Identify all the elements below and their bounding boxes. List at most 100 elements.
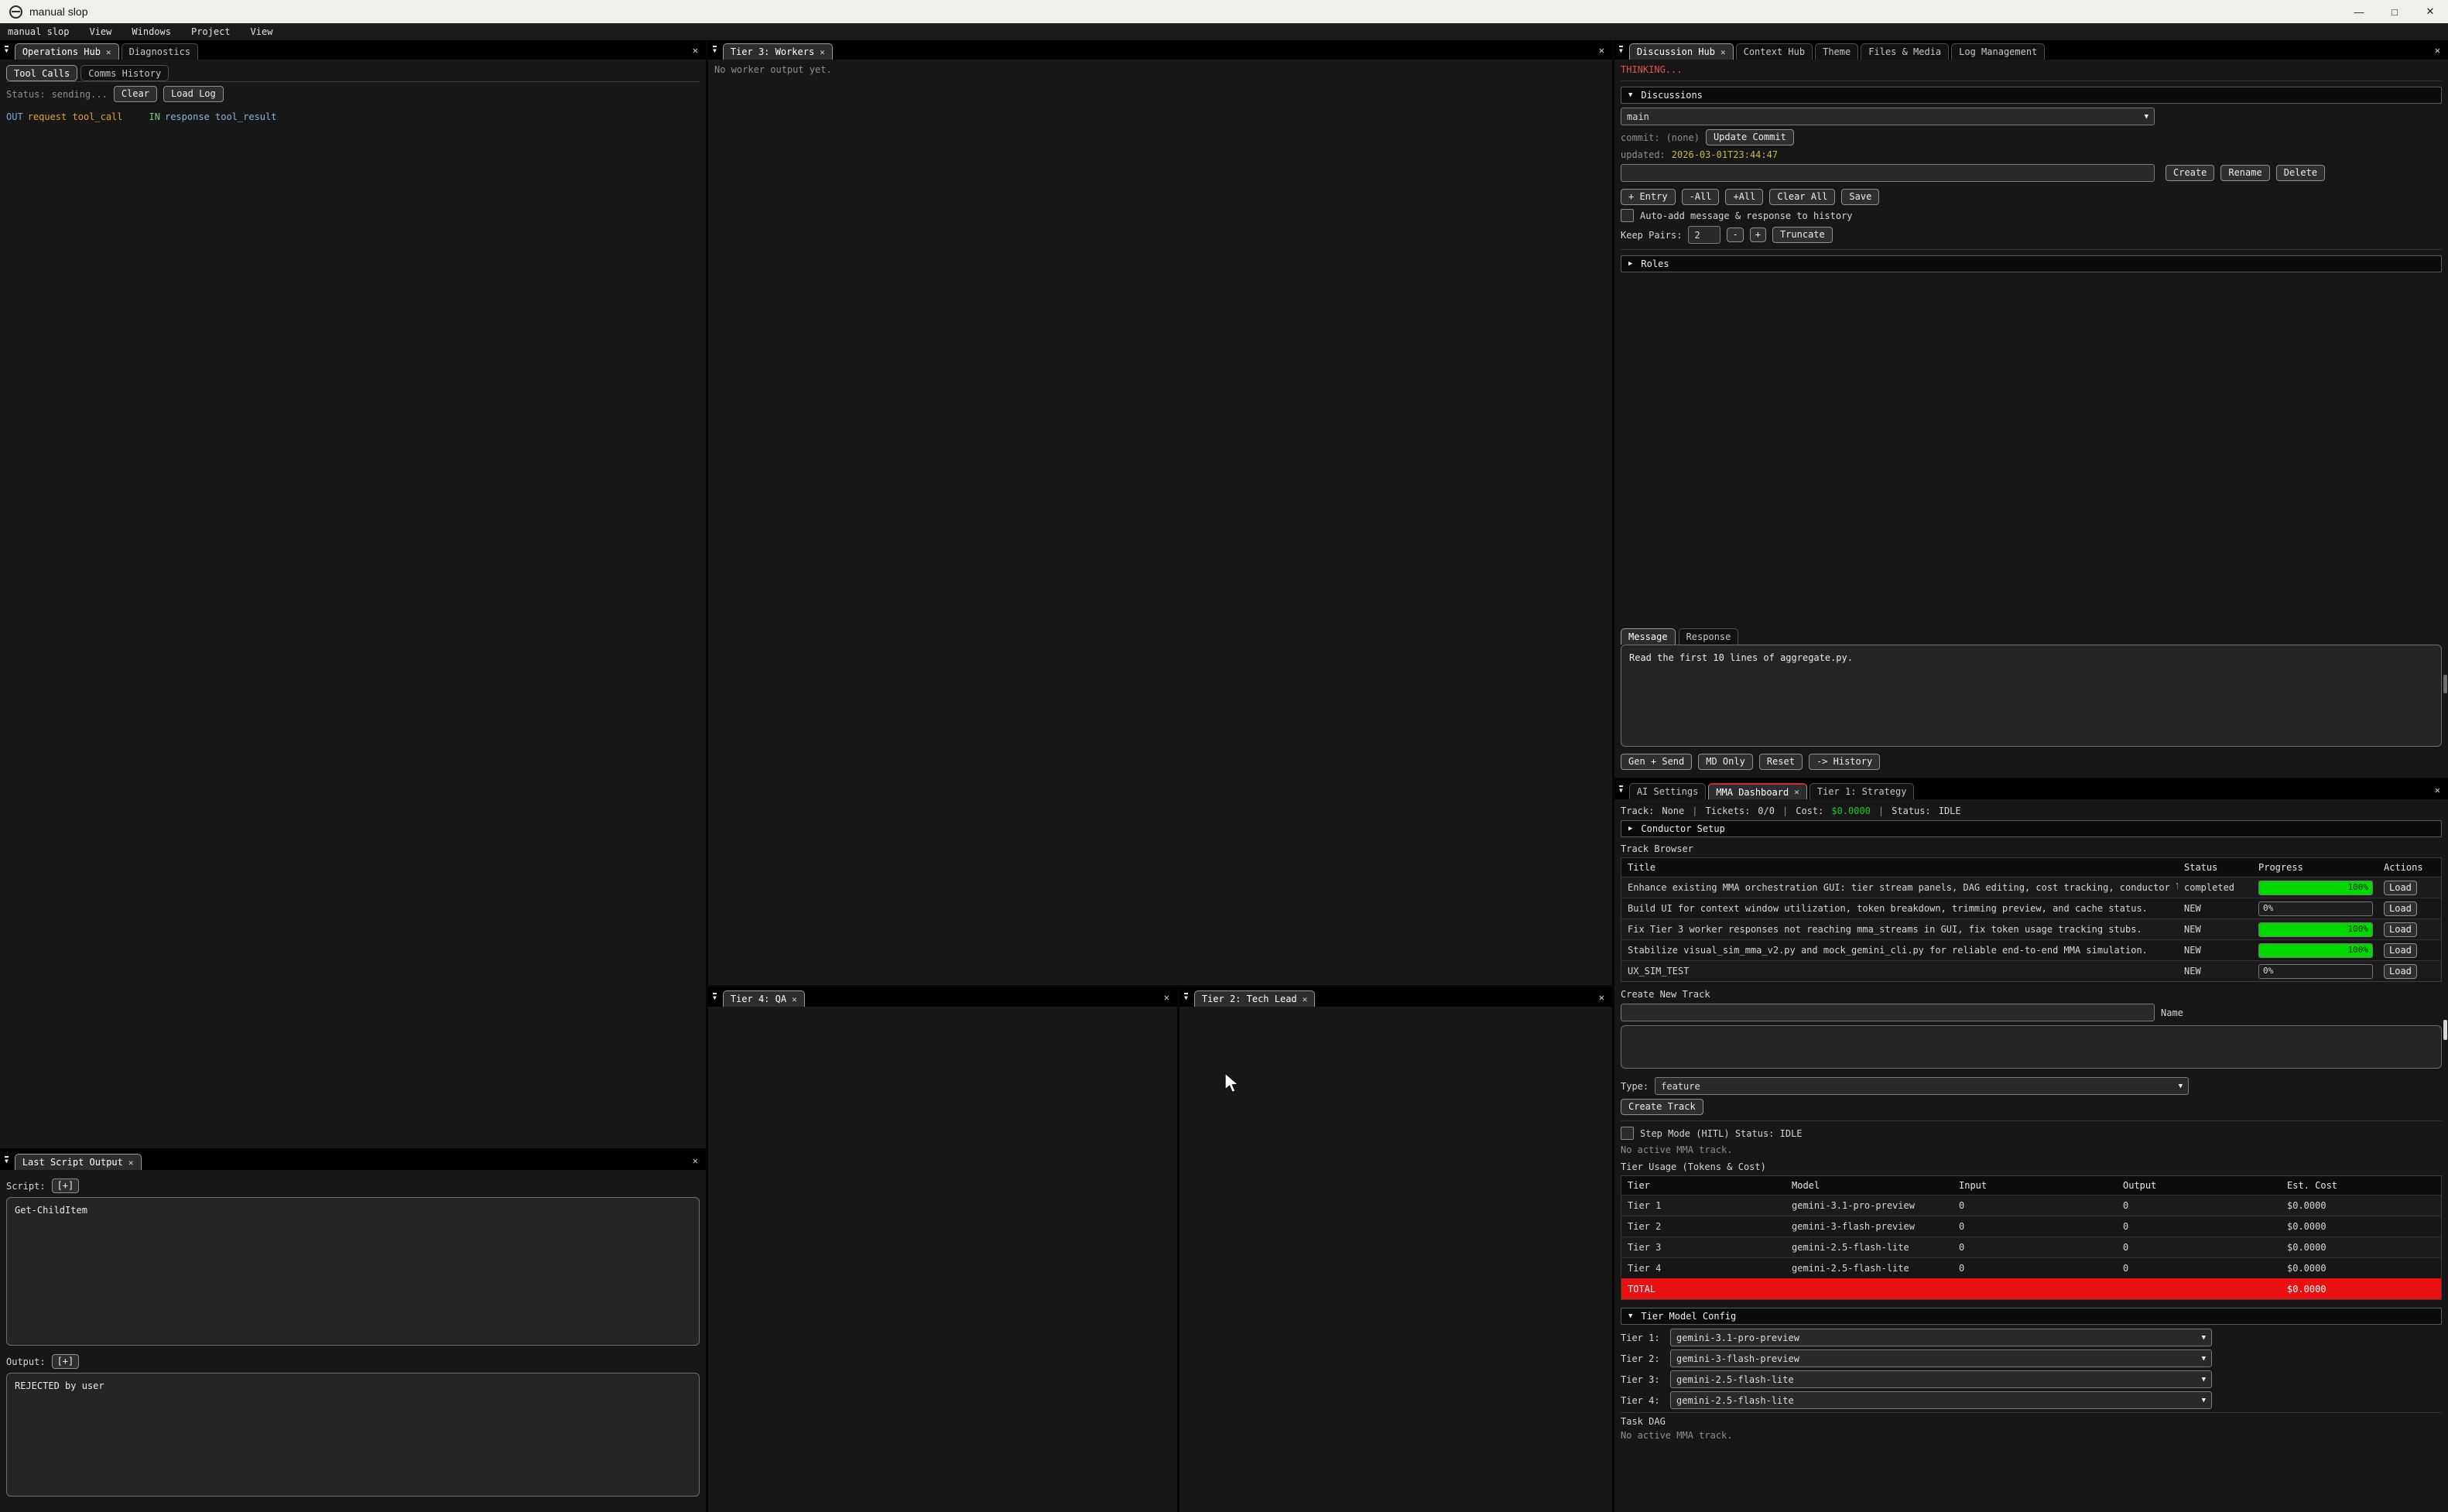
- tier-model-config-header[interactable]: ▼ Tier Model Config: [1621, 1308, 2442, 1325]
- new-track-name-input[interactable]: [1621, 1004, 2155, 1021]
- panel-close-icon[interactable]: ✕: [1596, 45, 1607, 56]
- add-entry-button[interactable]: + Entry: [1621, 189, 1676, 205]
- table-row: Tier 1 gemini-3.1-pro-preview 0 0 $0.000…: [1621, 1195, 2441, 1216]
- tab-close-icon[interactable]: ✕: [1720, 47, 1726, 57]
- tab-tier4-qa[interactable]: Tier 4: QA ✕: [723, 990, 805, 1007]
- discussion-scrollbar-thumb[interactable]: [2443, 675, 2447, 693]
- tab-tier3-workers[interactable]: Tier 3: Workers ✕: [723, 43, 833, 60]
- panel-menu-icon[interactable]: ▼: [1619, 46, 1623, 54]
- tab-operations-hub[interactable]: Operations Hub ✕: [15, 43, 119, 60]
- section-label: Tier Model Config: [1641, 1311, 1736, 1322]
- window-title: manual slop: [29, 5, 88, 18]
- panel-close-icon[interactable]: ✕: [1161, 992, 1173, 1003]
- message-textarea[interactable]: Read the first 10 lines of aggregate.py.: [1621, 645, 2442, 747]
- panel-close-icon[interactable]: ✕: [690, 45, 701, 56]
- rename-button[interactable]: Rename: [2220, 165, 2269, 181]
- autoadd-checkbox[interactable]: [1621, 209, 1634, 222]
- delete-button[interactable]: Delete: [2276, 165, 2325, 181]
- update-commit-button[interactable]: Update Commit: [1706, 129, 1794, 145]
- tab-close-icon[interactable]: ✕: [792, 994, 797, 1004]
- create-track-button[interactable]: Create Track: [1621, 1099, 1703, 1115]
- tab-comms-history[interactable]: Comms History: [80, 65, 169, 81]
- tab-files-media[interactable]: Files & Media: [1861, 43, 1949, 60]
- panel-menu-icon[interactable]: ▼: [1619, 785, 1623, 794]
- tier4-model-select[interactable]: gemini-2.5-flash-lite ▼: [1670, 1391, 2212, 1409]
- tier1-model-select[interactable]: gemini-3.1-pro-preview ▼: [1670, 1329, 2212, 1346]
- keep-pairs-minus-button[interactable]: -: [1727, 227, 1743, 242]
- panel-menu-icon[interactable]: ▼: [713, 46, 717, 54]
- tab-diagnostics[interactable]: Diagnostics: [122, 43, 198, 60]
- menu-item-project[interactable]: Project: [191, 26, 231, 37]
- usage-output: 0: [2117, 1199, 2281, 1213]
- load-log-button[interactable]: Load Log: [163, 86, 224, 102]
- tier2-model-select[interactable]: gemini-3-flash-preview ▼: [1670, 1350, 2212, 1367]
- panel-close-icon[interactable]: ✕: [1596, 992, 1607, 1003]
- panel-close-icon[interactable]: ✕: [2432, 45, 2443, 56]
- tab-close-icon[interactable]: ✕: [106, 47, 111, 57]
- plus-all-button[interactable]: +All: [1725, 189, 1763, 205]
- maximize-icon[interactable]: □: [2377, 0, 2412, 23]
- panel-menu-icon[interactable]: ▼: [5, 1156, 9, 1165]
- panel-close-icon[interactable]: ✕: [2432, 785, 2443, 795]
- tab-log-management[interactable]: Log Management: [1951, 43, 2045, 60]
- tier3-model-select[interactable]: gemini-2.5-flash-lite ▼: [1670, 1370, 2212, 1388]
- tab-close-icon[interactable]: ✕: [820, 47, 825, 57]
- to-history-button[interactable]: -> History: [1809, 754, 1880, 770]
- reset-button[interactable]: Reset: [1759, 754, 1803, 770]
- usage-cost: $0.0000: [2281, 1220, 2441, 1233]
- md-only-button[interactable]: MD Only: [1698, 754, 1753, 770]
- tab-tier1-strategy[interactable]: Tier 1: Strategy: [1809, 783, 1915, 799]
- discussions-section-header[interactable]: ▼ Discussions: [1621, 87, 2442, 104]
- tab-close-icon[interactable]: ✕: [1303, 994, 1308, 1004]
- track-title: Fix Tier 3 worker responses not reaching…: [1621, 922, 2178, 936]
- tab-tool-calls[interactable]: Tool Calls: [6, 65, 77, 81]
- close-icon[interactable]: ✕: [2412, 0, 2448, 23]
- panel-close-icon[interactable]: ✕: [690, 1155, 701, 1166]
- truncate-button[interactable]: Truncate: [1772, 227, 1833, 243]
- discussion-name-input[interactable]: [1621, 164, 2155, 182]
- tab-ai-settings[interactable]: AI Settings: [1629, 783, 1706, 799]
- tab-mma-dashboard[interactable]: MMA Dashboard ✕: [1708, 783, 1807, 799]
- keep-pairs-input[interactable]: 2: [1688, 226, 1720, 244]
- keep-pairs-plus-button[interactable]: +: [1750, 227, 1766, 242]
- panel-menu-icon[interactable]: ▼: [5, 46, 9, 54]
- step-mode-checkbox[interactable]: [1621, 1127, 1634, 1140]
- clear-all-button[interactable]: Clear All: [1769, 189, 1835, 205]
- load-button[interactable]: Load: [2384, 901, 2417, 916]
- load-button[interactable]: Load: [2384, 943, 2417, 958]
- menu-item-windows[interactable]: Windows: [132, 26, 171, 37]
- minus-all-button[interactable]: -All: [1682, 189, 1720, 205]
- tab-context-hub[interactable]: Context Hub: [1736, 43, 1813, 60]
- script-expand-button[interactable]: [+]: [52, 1178, 80, 1193]
- minimize-icon[interactable]: —: [2341, 0, 2377, 23]
- tab-last-script-output[interactable]: Last Script Output ✕: [15, 1154, 142, 1170]
- panel-menu-icon[interactable]: ▼: [713, 993, 717, 1001]
- tab-tier2-tech-lead[interactable]: Tier 2: Tech Lead ✕: [1194, 990, 1315, 1007]
- load-button[interactable]: Load: [2384, 922, 2417, 937]
- load-button[interactable]: Load: [2384, 881, 2417, 895]
- panel-menu-icon[interactable]: ▼: [1184, 993, 1188, 1001]
- tab-close-icon[interactable]: ✕: [1794, 787, 1799, 797]
- tab-close-icon[interactable]: ✕: [128, 1158, 134, 1168]
- tab-response[interactable]: Response: [1679, 628, 1739, 645]
- tab-discussion-hub[interactable]: Discussion Hub ✕: [1629, 43, 1734, 60]
- output-expand-button[interactable]: [+]: [52, 1354, 80, 1369]
- clear-button[interactable]: Clear: [114, 86, 157, 102]
- tab-message[interactable]: Message: [1621, 628, 1676, 645]
- load-button[interactable]: Load: [2384, 964, 2417, 979]
- output-content-box[interactable]: REJECTED by user: [6, 1373, 700, 1497]
- new-track-description-textarea[interactable]: [1621, 1025, 2442, 1069]
- discussion-branch-select[interactable]: main ▼: [1621, 108, 2155, 125]
- menu-item-app[interactable]: manual slop: [8, 26, 69, 37]
- track-type-select[interactable]: feature ▼: [1655, 1077, 2189, 1095]
- menu-item-view-2[interactable]: View: [251, 26, 273, 37]
- conductor-setup-header[interactable]: ▶ Conductor Setup: [1621, 820, 2442, 837]
- gen-send-button[interactable]: Gen + Send: [1621, 754, 1692, 770]
- menu-item-view-1[interactable]: View: [89, 26, 111, 37]
- create-button[interactable]: Create: [2166, 165, 2214, 181]
- tab-theme[interactable]: Theme: [1815, 43, 1858, 60]
- roles-section-header[interactable]: ▶ Roles: [1621, 255, 2442, 272]
- save-button[interactable]: Save: [1841, 189, 1879, 205]
- script-content-box[interactable]: Get-ChildItem: [6, 1197, 700, 1346]
- mma-scrollbar-thumb[interactable]: [2443, 1020, 2447, 1040]
